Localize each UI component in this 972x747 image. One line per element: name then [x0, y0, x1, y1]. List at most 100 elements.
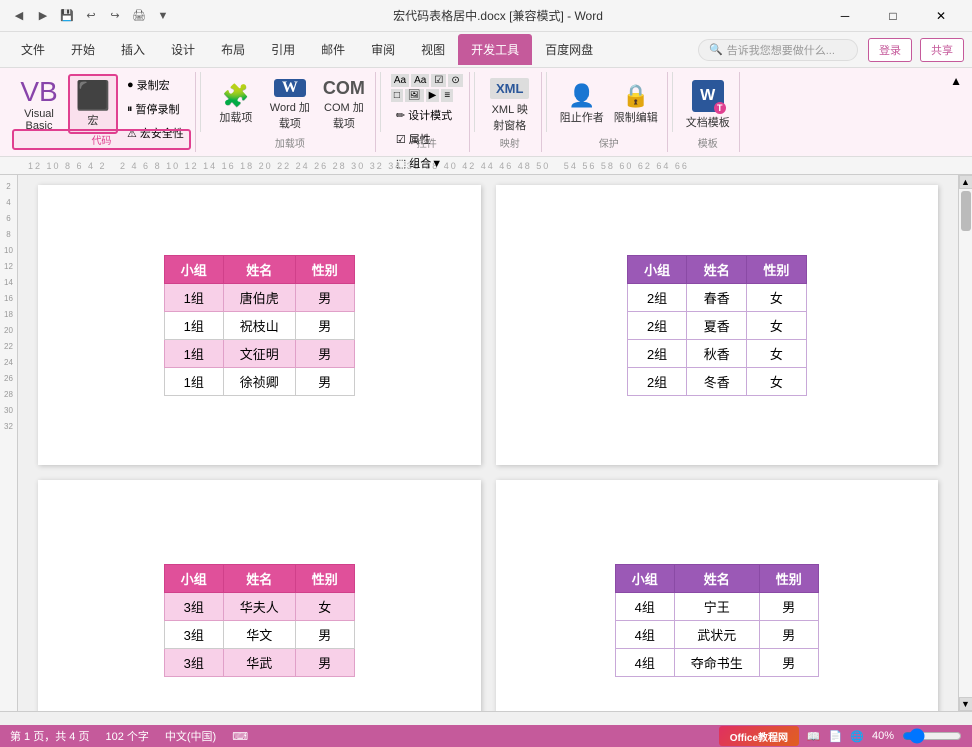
collapse-ribbon-btn[interactable]: ▲ [950, 74, 962, 88]
zoom-slider[interactable] [902, 730, 962, 742]
restrict-edit-btn[interactable]: 🔒 限制编辑 [611, 74, 661, 134]
forward-btn[interactable]: ▶ [32, 5, 54, 27]
view-print-btn[interactable]: 📄 [829, 730, 843, 743]
quick-access-toolbar: ◀ ▶ 💾 ↩ ↪ 🖨 ▼ [8, 5, 174, 27]
scroll-down-btn[interactable]: ▼ [959, 697, 972, 711]
tab-home[interactable]: 开始 [58, 34, 108, 65]
addin-label: 加载项 [219, 109, 252, 125]
maximize-btn[interactable]: □ [870, 0, 916, 32]
save-btn-qa[interactable]: 💾 [56, 5, 78, 27]
controls-items: Aa Aa ☑ ⊙ □ 🖼 ▶ ≡ ✏ 设计模式 [391, 74, 463, 188]
table-row: 2组 夏香 女 [627, 311, 806, 339]
word-icon: W [274, 79, 306, 97]
aa-btn1[interactable]: Aa [391, 74, 409, 87]
doc-template-btn[interactable]: WT 文档模板 [683, 74, 733, 134]
t4-r2-c2: 武状元 [674, 620, 759, 648]
t2-r4-c2: 冬香 [687, 367, 747, 395]
view-read-btn[interactable]: 📖 [807, 730, 821, 743]
language: 中文(中国) [165, 728, 216, 744]
pause-recording-btn[interactable]: ⏸ 暂停录制 [122, 98, 189, 120]
ctrl-btn3[interactable]: □ [391, 89, 403, 102]
vr-18: 18 [0, 307, 17, 323]
view-web-btn[interactable]: 🌐 [850, 730, 864, 743]
print-btn[interactable]: 🖨 [128, 5, 150, 27]
restrict-label: 限制编辑 [614, 109, 658, 125]
minimize-btn[interactable]: ─ [822, 0, 868, 32]
scroll-up-btn[interactable]: ▲ [959, 175, 972, 189]
undo-btn[interactable]: ↩ [80, 5, 102, 27]
table-row: 1组 唐伯虎 男 [164, 283, 354, 311]
protect-group-label: 保护 [551, 135, 667, 150]
horizontal-scrollbar[interactable] [0, 711, 972, 725]
tab-layout[interactable]: 布局 [208, 34, 258, 65]
vr-12: 12 [0, 259, 17, 275]
design-mode-btn[interactable]: ✏ 设计模式 [391, 104, 463, 126]
tab-view[interactable]: 视图 [408, 34, 458, 65]
block-author-btn[interactable]: 👤 阻止作者 [557, 74, 607, 134]
word-addin-btn[interactable]: W Word 加载项 [265, 74, 315, 134]
macro-btn[interactable]: ⬛ 宏 [68, 74, 118, 134]
record-macro-btn[interactable]: ● 录制宏 [122, 74, 189, 96]
table-row: 4组 武状元 男 [615, 620, 818, 648]
t1-r4-c2: 徐祯卿 [223, 367, 295, 395]
share-btn[interactable]: 共享 [920, 38, 964, 62]
addins-group-label: 加载项 [205, 135, 375, 150]
t3-r1-c3: 女 [295, 592, 354, 620]
aa-btn2[interactable]: Aa [411, 74, 429, 87]
tab-mailings[interactable]: 邮件 [308, 34, 358, 65]
tab-baidu[interactable]: 百度网盘 [532, 34, 606, 65]
close-btn[interactable]: ✕ [918, 0, 964, 32]
collapse-ribbon: ▲ [948, 72, 964, 90]
t1-r1-c2: 唐伯虎 [223, 283, 295, 311]
tab-insert[interactable]: 插入 [108, 34, 158, 65]
ctrl-btn2[interactable]: ⊙ [448, 74, 462, 87]
search-box[interactable]: 🔍 告诉我您想要做什么... [698, 39, 858, 61]
ctrl-btn6[interactable]: ≡ [441, 89, 453, 102]
search-icon: 🔍 [709, 43, 723, 56]
xml-mapping-btn[interactable]: XML XML 映射窗格 [485, 74, 535, 134]
combine-icon: ⬚ [396, 157, 406, 170]
scroll-track[interactable] [959, 189, 972, 697]
table-row: 1组 祝枝山 男 [164, 311, 354, 339]
t2-h1: 小组 [627, 255, 687, 283]
table-row: 2组 春香 女 [627, 283, 806, 311]
ctrl-btn5[interactable]: ▶ [426, 89, 440, 102]
tab-file[interactable]: 文件 [8, 34, 58, 65]
com-addin-btn[interactable]: COM COM 加载项 [319, 74, 369, 134]
t3-r2-c1: 3组 [164, 620, 223, 648]
pages-container: 小组 姓名 性别 1组 唐伯虎 男 1组 祝枝山 [38, 185, 938, 711]
table-row: 4组 宁王 男 [615, 592, 818, 620]
macro-icon: ⬛ [76, 82, 111, 110]
input-indicator: ⌨ [232, 730, 248, 743]
t4-r2-c3: 男 [759, 620, 818, 648]
redo-btn[interactable]: ↪ [104, 5, 126, 27]
t3-r3-c3: 男 [295, 648, 354, 676]
ctrl-btn4[interactable]: 🖼 [405, 89, 424, 102]
restrict-icon: 🔒 [622, 85, 649, 107]
t3-r3-c2: 华武 [223, 648, 295, 676]
combine-btn[interactable]: ⬚ 组合▼ [391, 152, 463, 174]
ribbon-group-code-content: VB Visual Basic ⬛ 宏 ● 录制宏 ⏸ 暂停录制 [14, 74, 189, 172]
t2-r2-c1: 2组 [627, 311, 687, 339]
tab-developer[interactable]: 开发工具 [458, 34, 532, 65]
login-btn[interactable]: 登录 [868, 38, 912, 62]
customize-btn[interactable]: ▼ [152, 5, 174, 27]
ribbon-group-protect: 👤 阻止作者 🔒 限制编辑 保护 [551, 72, 668, 152]
vertical-scrollbar[interactable]: ▲ ▼ [958, 175, 972, 711]
scroll-thumb[interactable] [961, 191, 971, 231]
t2-r3-c2: 秋香 [687, 339, 747, 367]
ctrl-btn1[interactable]: ☑ [431, 74, 446, 87]
xml-icon: XML [490, 78, 529, 99]
addin-icon: 🧩 [222, 85, 249, 107]
back-btn[interactable]: ◀ [8, 5, 30, 27]
table-4: 小组 姓名 性别 4组 宁王 男 4组 武状元 [615, 564, 819, 677]
addin-btn[interactable]: 🧩 加载项 [211, 74, 261, 134]
t1-r3-c1: 1组 [164, 339, 223, 367]
tab-design[interactable]: 设计 [158, 34, 208, 65]
ribbon-group-controls: Aa Aa ☑ ⊙ □ 🖼 ▶ ≡ ✏ 设计模式 [385, 72, 470, 152]
page-2: 小组 姓名 性别 2组 春香 女 2组 夏香 [496, 185, 939, 465]
document-content[interactable]: 小组 姓名 性别 1组 唐伯虎 男 1组 祝枝山 [18, 175, 958, 711]
tab-review[interactable]: 审阅 [358, 34, 408, 65]
visual-basic-btn[interactable]: VB Visual Basic [14, 74, 64, 134]
tab-references[interactable]: 引用 [258, 34, 308, 65]
